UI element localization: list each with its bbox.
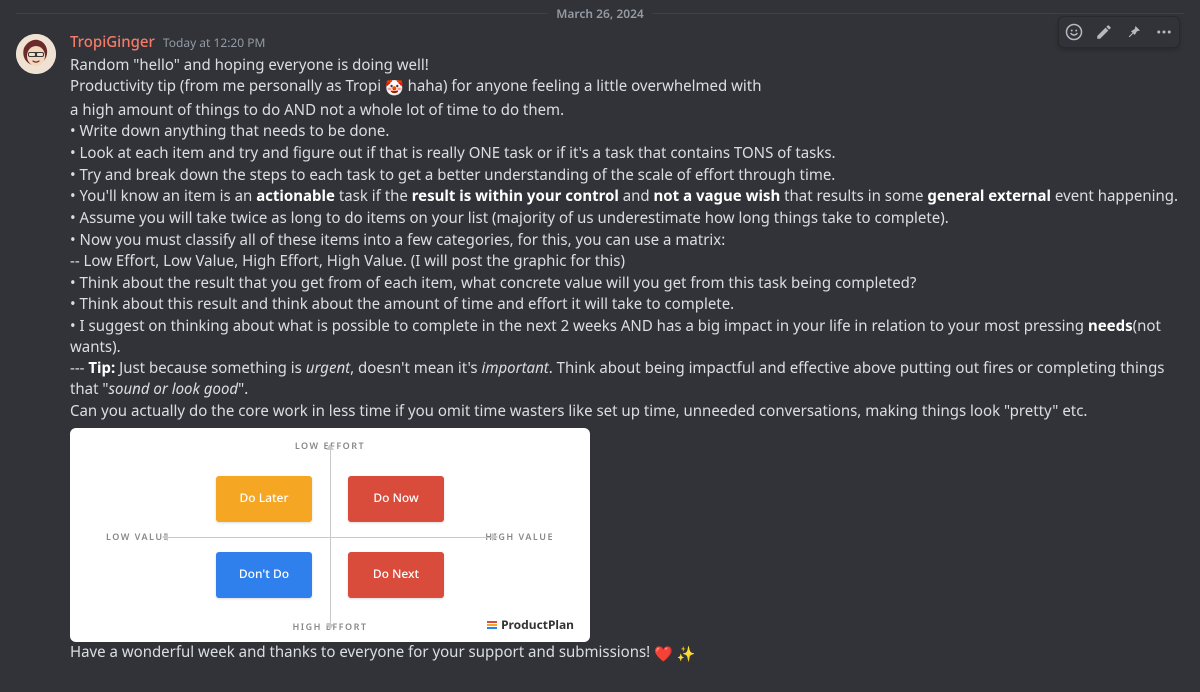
arrow-right-icon xyxy=(492,533,498,541)
arrow-down-icon xyxy=(326,624,334,630)
arrow-up-icon xyxy=(326,444,334,450)
message-header: TropiGinger Today at 12:20 PM xyxy=(70,32,1184,52)
heart-emoji: ❤️ xyxy=(654,644,673,665)
closing-line: Have a wonderful week and thanks to ever… xyxy=(70,642,1184,666)
add-reaction-button[interactable] xyxy=(1059,17,1089,47)
priority-matrix: LOW EFFORT HIGH EFFORT LOW VALUE HIGH VA… xyxy=(88,442,572,632)
text-line: a high amount of things to do AND not a … xyxy=(70,99,1184,121)
clown-emoji: 🤡 xyxy=(385,78,404,99)
brand-text: ProductPlan xyxy=(501,617,574,634)
bullet-line: • Try and break down the steps to each t… xyxy=(70,164,1184,186)
sub-line: -- Low Effort, Low Value, High Effort, H… xyxy=(70,251,1184,273)
tip-line: Can you actually do the core work in les… xyxy=(70,400,1184,422)
username[interactable]: TropiGinger xyxy=(70,32,155,52)
bullet-line: • Now you must classify all of these ite… xyxy=(70,229,1184,251)
text-line: Random "hello" and hoping everyone is do… xyxy=(70,54,1184,76)
chat-message: TropiGinger Today at 12:20 PM Random "he… xyxy=(0,28,1200,665)
edit-message-button[interactable] xyxy=(1089,17,1119,47)
avatar-image xyxy=(16,34,56,74)
message-hover-toolbar xyxy=(1058,16,1180,48)
bullet-line: • Think about the result that you get fr… xyxy=(70,272,1184,294)
date-divider: March 26, 2024 xyxy=(16,4,1184,22)
axis-label-left: LOW VALUE xyxy=(106,530,170,542)
arrow-left-icon xyxy=(162,533,168,541)
pencil-icon xyxy=(1095,23,1113,41)
date-divider-text: March 26, 2024 xyxy=(548,5,652,22)
message-content: TropiGinger Today at 12:20 PM Random "he… xyxy=(70,32,1184,665)
bullet-line: • Write down anything that needs to be d… xyxy=(70,121,1184,143)
dots-horizontal-icon xyxy=(1155,23,1173,41)
pin-icon xyxy=(1125,23,1143,41)
text-line: Productivity tip (from me personally as … xyxy=(70,76,1184,100)
bullet-line: • Look at each item and try and figure o… xyxy=(70,143,1184,165)
bullet-line: • Assume you will take twice as long to … xyxy=(70,207,1184,229)
quadrant-dont-do: Don't Do xyxy=(216,552,312,598)
quadrant-do-next: Do Next xyxy=(348,552,444,598)
smile-plus-icon xyxy=(1065,23,1083,41)
brand-logo-icon xyxy=(487,621,497,629)
tip-line: --- Tip: Just because something is urgen… xyxy=(70,358,1184,400)
bullet-line: • I suggest on thinking about what is po… xyxy=(70,316,1184,358)
message-timestamp: Today at 12:20 PM xyxy=(163,34,266,51)
matrix-axes: Do Later Do Now Don't Do Do Next xyxy=(200,462,460,612)
quadrant-do-later: Do Later xyxy=(216,476,312,522)
message-body: Random "hello" and hoping everyone is do… xyxy=(70,54,1184,665)
image-attachment[interactable]: LOW EFFORT HIGH EFFORT LOW VALUE HIGH VA… xyxy=(70,428,590,642)
quadrant-do-now: Do Now xyxy=(348,476,444,522)
avatar[interactable] xyxy=(16,34,56,74)
sparkles-emoji: ✨ xyxy=(677,644,696,665)
more-actions-button[interactable] xyxy=(1149,17,1179,47)
pin-message-button[interactable] xyxy=(1119,17,1149,47)
bullet-line: • Think about this result and think abou… xyxy=(70,294,1184,316)
bullet-line: • You'll know an item is an actionable t… xyxy=(70,186,1184,208)
brand-label: ProductPlan xyxy=(487,617,574,634)
